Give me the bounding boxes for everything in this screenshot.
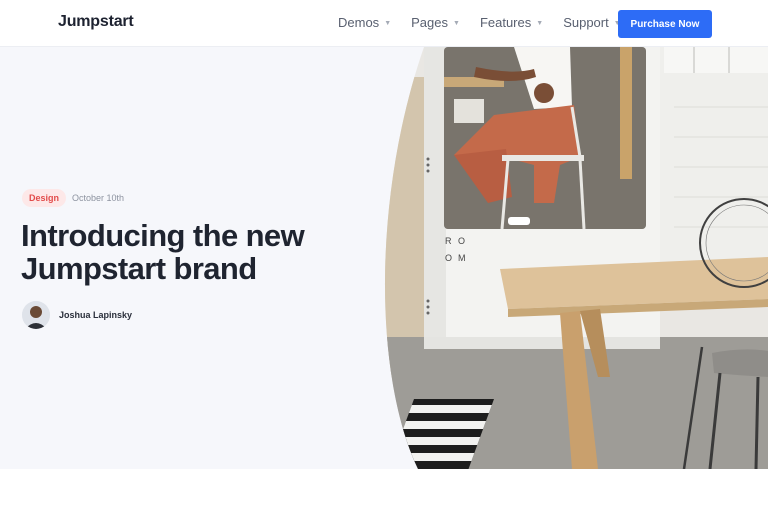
room-sign-letter: M [458, 253, 466, 263]
room-sign-letter: O [458, 236, 465, 246]
room-sign-letter: O [445, 253, 452, 263]
post-date: October 10th [72, 193, 125, 203]
nav-item-label: Features [479, 15, 532, 30]
nav-item-label: Demos [338, 15, 380, 30]
post-title-line: Jumpstart brand [21, 251, 257, 286]
hero-section: R O O M Design October 10th Introducing … [0, 47, 768, 469]
top-navbar: Jumpstart Demos ▼ Pages ▼ Features ▼ Sup… [0, 0, 768, 47]
nav-item-pages[interactable]: Pages ▼ [411, 15, 460, 30]
caret-down-icon: ▼ [536, 19, 544, 27]
nav-item-demos[interactable]: Demos ▼ [338, 15, 391, 30]
main-nav: Demos ▼ Pages ▼ Features ▼ Support ▼ [338, 15, 641, 30]
room-sign-letter: R [445, 236, 452, 246]
nav-item-label: Pages [411, 15, 448, 30]
nav-item-label: Support [563, 15, 609, 30]
brand-logo[interactable]: Jumpstart [58, 13, 134, 31]
category-tag[interactable]: Design [22, 189, 67, 207]
author-avatar [22, 301, 50, 329]
caret-down-icon: ▼ [453, 19, 460, 27]
author-block[interactable]: Joshua Lapinsky [22, 301, 132, 329]
post-title: Introducing the new Jumpstart brand [21, 219, 351, 285]
post-title-line: Introducing the new [21, 218, 305, 253]
caret-down-icon: ▼ [384, 19, 392, 27]
author-name: Joshua Lapinsky [59, 310, 133, 320]
nav-item-support[interactable]: Support ▼ [563, 15, 620, 30]
hero-photo: R O O M [384, 47, 768, 469]
purchase-now-button[interactable]: Purchase Now [618, 10, 712, 38]
content-area [0, 469, 768, 528]
nav-item-features[interactable]: Features ▼ [480, 15, 543, 30]
